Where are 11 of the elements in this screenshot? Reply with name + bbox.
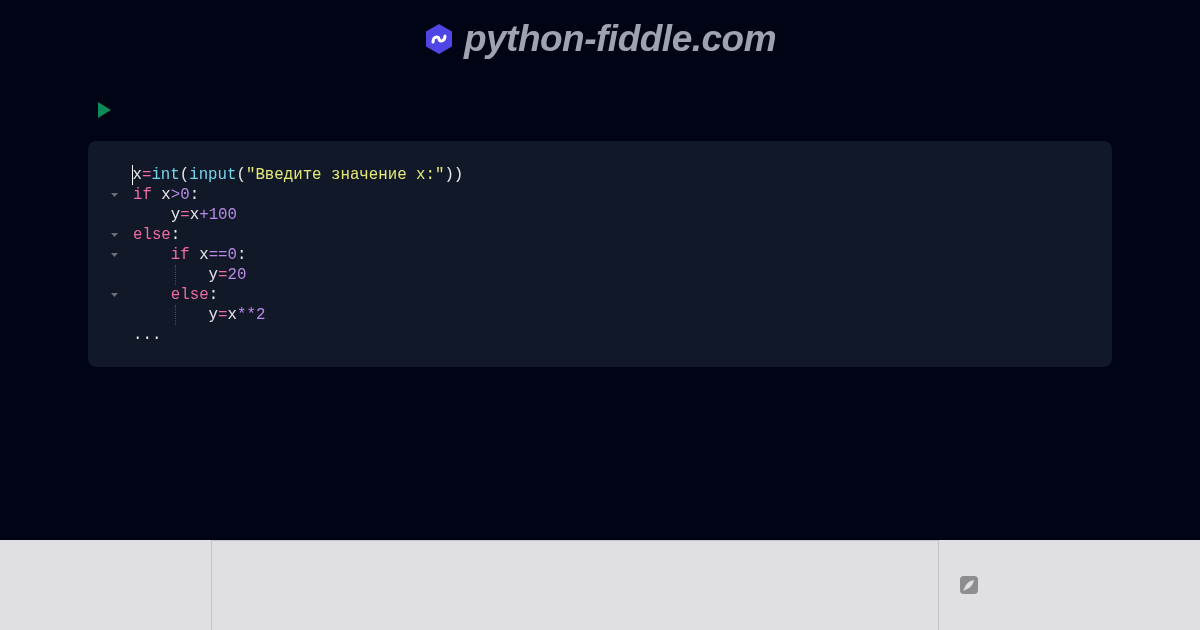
- code-editor[interactable]: x=int(input("Введите значение x:")) if x>0: y=x+100 else: if x==0: y=20 else: y=x**2 ...: [88, 141, 1112, 367]
- code-line: if x>0:: [133, 185, 200, 205]
- site-title[interactable]: python-fiddle.com: [463, 18, 777, 60]
- code-line: y=20: [207, 265, 247, 285]
- code-line: else:: [169, 285, 219, 305]
- code-line: if x==0:: [169, 245, 247, 265]
- code-line: ...: [133, 325, 162, 345]
- code-line: x=int(input("Введите значение x:")): [131, 165, 464, 185]
- code-line: y=x+100: [169, 205, 237, 225]
- code-line: else:: [133, 225, 181, 245]
- code-line: y=x**2: [207, 305, 266, 325]
